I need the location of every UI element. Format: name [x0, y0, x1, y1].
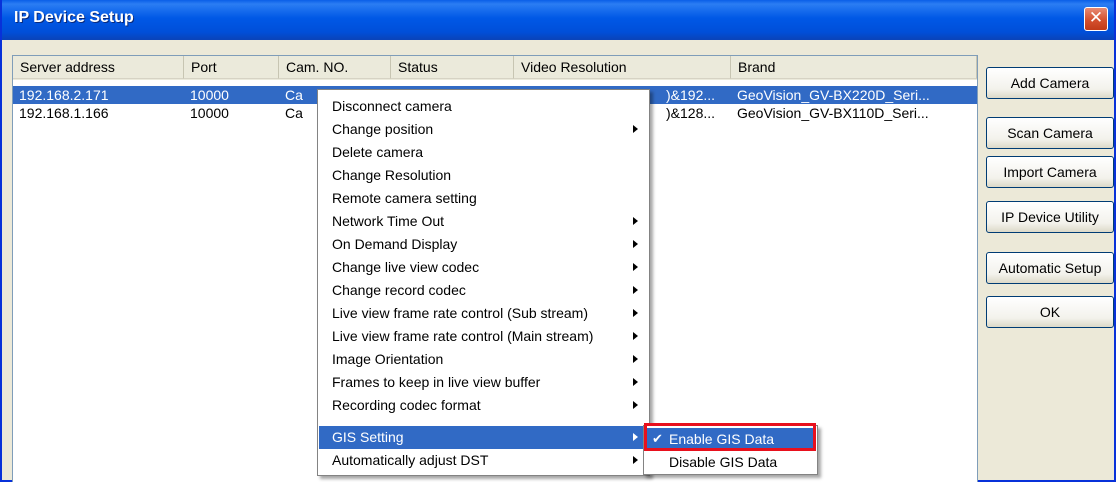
menu-item-label: Disable GIS Data [669, 454, 778, 470]
import-camera-button[interactable]: Import Camera [986, 156, 1114, 188]
menu-item-label: Network Time Out [332, 213, 445, 229]
menu-item-image-orientation[interactable]: Image Orientation [319, 348, 648, 371]
add-camera-button[interactable]: Add Camera [986, 67, 1114, 99]
automatic-setup-button[interactable]: Automatic Setup [986, 252, 1114, 284]
ok-button[interactable]: OK [986, 296, 1114, 328]
menu-item-label: Remote camera setting [332, 190, 477, 206]
column-header-video-resolution[interactable]: Video Resolution [514, 56, 731, 79]
cell-server-address: 192.168.2.171 [19, 87, 109, 103]
column-header-brand[interactable]: Brand [731, 56, 977, 79]
menu-item-label: Recording codec format [332, 397, 481, 413]
submenu-arrow-icon [633, 456, 638, 464]
menu-item-label: Frames to keep in live view buffer [332, 374, 541, 390]
menu-item-remote-camera-setting[interactable]: Remote camera setting [319, 187, 648, 210]
menu-item-network-time-out[interactable]: Network Time Out [319, 210, 648, 233]
menu-item-change-position[interactable]: Change position [319, 118, 648, 141]
menu-item-label: Change position [332, 121, 434, 137]
menu-item-live-view-frame-rate-sub[interactable]: Live view frame rate control (Sub stream… [319, 302, 648, 325]
menu-item-enable-gis-data[interactable]: ✔ Enable GIS Data [645, 428, 816, 450]
menu-item-disconnect-camera[interactable]: Disconnect camera [319, 95, 648, 118]
menu-item-label: Change record codec [332, 282, 466, 298]
submenu-arrow-icon [633, 240, 638, 248]
close-icon: ✕ [1088, 8, 1104, 27]
menu-item-change-record-codec[interactable]: Change record codec [319, 279, 648, 302]
submenu-arrow-icon [633, 433, 638, 441]
column-header-port[interactable]: Port [184, 56, 279, 79]
cell-brand: GeoVision_GV-BX220D_Seri... [737, 87, 930, 103]
menu-item-delete-camera[interactable]: Delete camera [319, 141, 648, 164]
ip-device-utility-button[interactable]: IP Device Utility [986, 201, 1114, 233]
close-button[interactable]: ✕ [1084, 7, 1108, 31]
submenu-arrow-icon [633, 217, 638, 225]
menu-item-label: Change live view codec [332, 259, 480, 275]
menu-item-disable-gis-data[interactable]: Disable GIS Data [645, 451, 816, 473]
menu-item-label: Enable GIS Data [669, 431, 775, 447]
menu-item-on-demand-display[interactable]: On Demand Display [319, 233, 648, 256]
cell-port: 10000 [190, 87, 229, 103]
menu-item-label: Delete camera [332, 144, 424, 160]
context-menu: Disconnect camera Change position Delete… [317, 89, 650, 476]
checkmark-icon: ✔ [652, 431, 663, 446]
menu-item-label: Disconnect camera [332, 98, 452, 114]
menu-item-change-resolution[interactable]: Change Resolution [319, 164, 648, 187]
menu-item-recording-codec-format[interactable]: Recording codec format [319, 394, 648, 417]
title-bar[interactable]: IP Device Setup ✕ [2, 0, 1114, 40]
submenu-arrow-icon [633, 355, 638, 363]
submenu-arrow-icon [633, 378, 638, 386]
menu-item-label: GIS Setting [332, 429, 404, 445]
submenu-arrow-icon [633, 309, 638, 317]
submenu-arrow-icon [633, 286, 638, 294]
submenu-arrow-icon [633, 332, 638, 340]
menu-item-auto-adjust-dst[interactable]: Automatically adjust DST [319, 449, 648, 472]
menu-item-label: Live view frame rate control (Sub stream… [332, 305, 588, 321]
gis-submenu: ✔ Enable GIS Data Disable GIS Data [643, 425, 818, 475]
cell-video-resolution: )&192... [666, 87, 716, 103]
menu-item-frames-to-keep[interactable]: Frames to keep in live view buffer [319, 371, 648, 394]
submenu-arrow-icon [633, 263, 638, 271]
menu-item-label: Live view frame rate control (Main strea… [332, 328, 594, 344]
column-header-status[interactable]: Status [391, 56, 514, 79]
menu-item-gis-setting[interactable]: GIS Setting [319, 426, 648, 449]
window-title: IP Device Setup [14, 9, 134, 26]
list-header: Server address Port Cam. NO. Status Vide… [13, 56, 977, 80]
submenu-arrow-icon [633, 125, 638, 133]
column-header-server-address[interactable]: Server address [13, 56, 184, 79]
cell-server-address: 192.168.1.166 [19, 105, 109, 121]
cell-brand: GeoVision_GV-BX110D_Seri... [737, 105, 929, 121]
menu-item-label: Automatically adjust DST [332, 452, 489, 468]
menu-item-label: Image Orientation [332, 351, 444, 367]
scan-camera-button[interactable]: Scan Camera [986, 117, 1114, 149]
menu-item-live-view-frame-rate-main[interactable]: Live view frame rate control (Main strea… [319, 325, 648, 348]
cell-video-resolution: )&128... [666, 105, 716, 121]
cell-port: 10000 [190, 105, 229, 121]
submenu-arrow-icon [633, 401, 638, 409]
menu-item-change-live-view-codec[interactable]: Change live view codec [319, 256, 648, 279]
column-header-cam-no[interactable]: Cam. NO. [279, 56, 391, 79]
menu-item-label: On Demand Display [332, 236, 458, 252]
menu-item-label: Change Resolution [332, 167, 452, 183]
